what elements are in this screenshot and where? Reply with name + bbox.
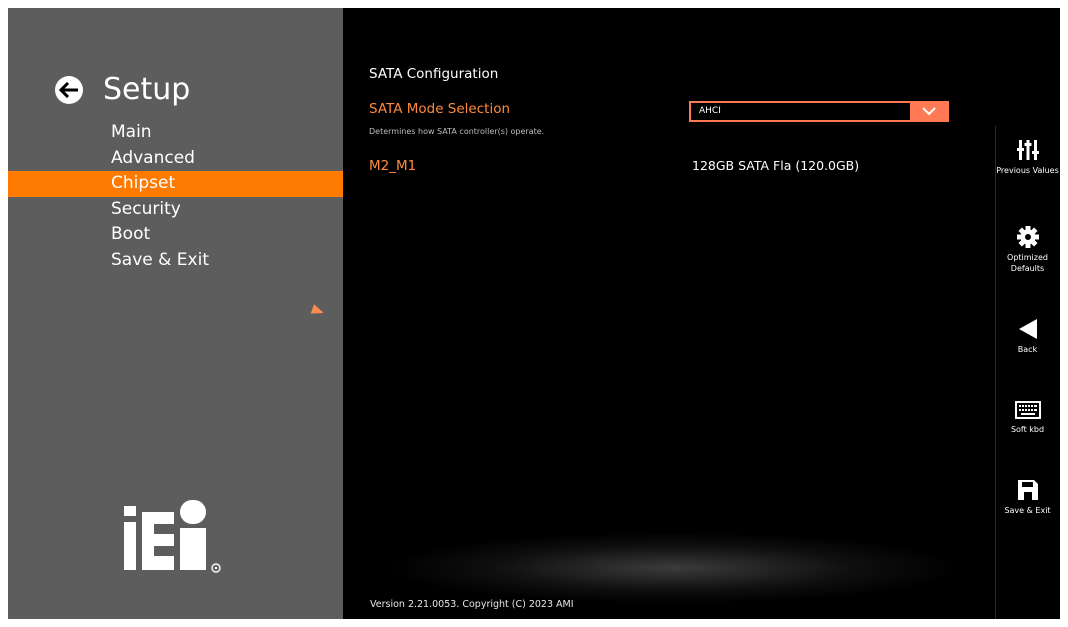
action-toolbar: Previous Values Optimized Defaults Back	[995, 8, 1060, 619]
page-title: Setup	[103, 72, 191, 107]
toolbar-divider	[995, 541, 996, 619]
bios-window: Setup Main Advanced Chipset Security Boo…	[8, 8, 1060, 619]
menu-item-boot[interactable]: Boot	[8, 222, 343, 248]
version-text: Version 2.21.0053. Copyright (C) 2023 AM…	[370, 599, 574, 610]
background-glow	[393, 533, 953, 603]
optimized-defaults-button[interactable]: Optimized Defaults	[995, 226, 1060, 274]
previous-values-label: Previous Values	[996, 166, 1059, 175]
menu-item-advanced[interactable]: Advanced	[8, 146, 343, 172]
soft-kbd-label: Soft kbd	[1010, 425, 1045, 434]
sliders-icon	[1016, 140, 1039, 160]
sata-mode-label[interactable]: SATA Mode Selection	[369, 101, 510, 117]
soft-kbd-button[interactable]: Soft kbd	[995, 400, 1060, 435]
back-label: Back	[1017, 345, 1038, 354]
back-arrow-icon[interactable]	[55, 76, 83, 104]
section-title: SATA Configuration	[369, 66, 499, 82]
optimized-defaults-label: Optimized Defaults	[1007, 253, 1048, 273]
sata-mode-dropdown[interactable]: AHCI	[689, 101, 949, 122]
setup-menu: Main Advanced Chipset Security Boot Save…	[8, 120, 343, 274]
menu-item-chipset[interactable]: Chipset	[8, 171, 343, 197]
setup-title-row: Setup	[55, 70, 190, 110]
m2-value: 128GB SATA Fla (120.0GB)	[692, 158, 860, 173]
setup-sidebar: Setup Main Advanced Chipset Security Boo…	[8, 8, 343, 619]
sata-mode-field[interactable]: AHCI	[691, 103, 910, 120]
menu-item-save-exit[interactable]: Save & Exit	[8, 248, 343, 274]
chevron-down-icon[interactable]	[921, 106, 937, 116]
menu-item-security[interactable]: Security	[8, 197, 343, 223]
floppy-disk-icon	[1017, 480, 1038, 500]
save-exit-button[interactable]: Save & Exit	[995, 479, 1060, 516]
m2-label: M2_M1	[369, 158, 417, 174]
back-button[interactable]: Back	[995, 318, 1060, 355]
sata-mode-help: Determines how SATA controller(s) operat…	[369, 127, 545, 136]
mouse-pointer-icon	[310, 304, 326, 318]
keyboard-icon	[1014, 401, 1041, 419]
gear-icon	[1016, 226, 1039, 248]
settings-panel: SATA Configuration SATA Mode Selection D…	[343, 8, 995, 619]
sata-mode-value: AHCI	[699, 106, 721, 116]
menu-item-main[interactable]: Main	[8, 120, 343, 146]
back-triangle-icon	[1018, 319, 1037, 339]
iei-logo	[124, 500, 221, 573]
save-exit-label: Save & Exit	[1004, 506, 1051, 515]
previous-values-button[interactable]: Previous Values	[995, 139, 1060, 176]
